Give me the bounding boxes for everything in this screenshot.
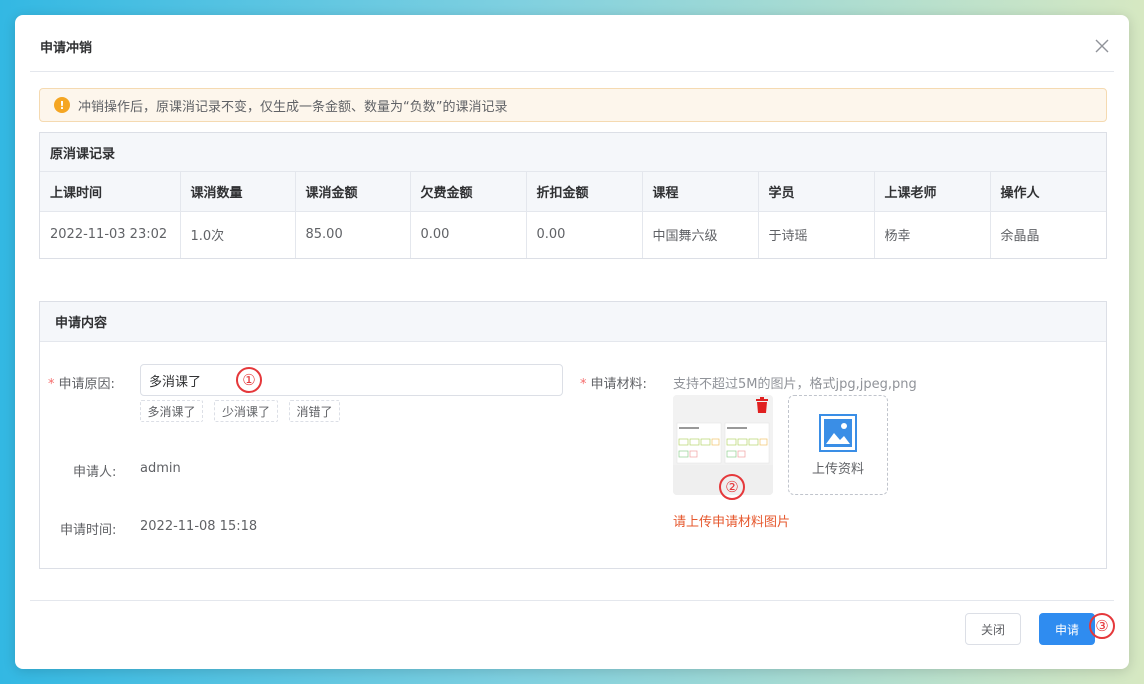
upload-label: 上传资料 — [811, 461, 864, 477]
required-mark: * — [580, 377, 587, 392]
upload-material-button[interactable]: 上传资料 — [788, 395, 888, 495]
record-header-row: 上课时间 课消数量 课消金额 欠费金额 折扣金额 课程 学员 上课老师 操作人 — [40, 172, 1106, 212]
reason-chip[interactable]: 多消课了 — [140, 400, 203, 422]
reason-label-wrap: * 申请原因: — [48, 373, 115, 392]
record-section-title: 原消课记录 — [40, 133, 1106, 172]
material-label-wrap: * 申请材料: — [580, 373, 647, 392]
table-cell: 0.00 — [526, 211, 643, 258]
col-header: 操作人 — [990, 172, 1106, 212]
apply-content-card: 申请内容 * 申请原因: 多消课了 ① 多消课了 少消课了 消错了 申请人: ad… — [39, 301, 1107, 569]
close-icon[interactable] — [1095, 39, 1109, 53]
apply-button[interactable]: 申请 — [1039, 613, 1095, 645]
table-cell: 杨幸 — [874, 211, 991, 258]
original-record-card: 原消课记录 上课时间 课消数量 课消金额 欠费金额 折扣金额 课程 学员 上课老… — [39, 132, 1107, 259]
marker-3: ③ — [1089, 613, 1115, 639]
material-hint: 支持不超过5M的图片，格式jpg,jpeg,png — [673, 377, 917, 392]
warning-icon: ! — [54, 97, 70, 113]
col-header: 折扣金额 — [526, 172, 643, 212]
col-header: 上课时间 — [40, 172, 181, 212]
marker-2: ② — [719, 474, 745, 500]
time-value: 2022-11-08 15:18 — [140, 519, 258, 534]
time-label: 申请时间: — [60, 523, 117, 538]
trash-icon[interactable] — [755, 397, 769, 413]
col-header: 课消金额 — [295, 172, 411, 212]
col-header: 课消数量 — [180, 172, 296, 212]
reason-value: 多消课了 — [149, 374, 202, 390]
header-divider — [30, 71, 1114, 72]
table-cell: 0.00 — [410, 211, 527, 258]
marker-1: ① — [236, 367, 262, 393]
applicant-value: admin — [140, 461, 181, 476]
close-button[interactable]: 关闭 — [965, 613, 1021, 645]
table-cell: 1.0次 — [180, 211, 296, 258]
reason-input[interactable]: 多消课了 — [140, 364, 563, 396]
table-cell: 中国舞六级 — [642, 211, 759, 258]
table-cell: 于诗瑶 — [758, 211, 875, 258]
reason-label: 申请原因: — [58, 377, 115, 392]
apply-reversal-dialog: 申请冲销 ! 冲销操作后，原课消记录不变，仅生成一条金额、数量为“负数”的课消记… — [15, 15, 1129, 669]
col-header: 上课老师 — [874, 172, 991, 212]
dialog-header: 申请冲销 — [15, 15, 1129, 72]
footer-divider — [30, 600, 1114, 601]
col-header: 学员 — [758, 172, 875, 212]
col-header: 欠费金额 — [410, 172, 527, 212]
notice-text: 冲销操作后，原课消记录不变，仅生成一条金额、数量为“负数”的课消记录 — [78, 99, 508, 115]
required-mark: * — [48, 377, 55, 392]
apply-section-title: 申请内容 — [40, 302, 1106, 342]
notice-banner: ! 冲销操作后，原课消记录不变，仅生成一条金额、数量为“负数”的课消记录 — [39, 88, 1107, 122]
table-cell: 2022-11-03 23:02 — [40, 211, 181, 258]
material-error: 请上传申请材料图片 — [673, 515, 791, 530]
reason-chip[interactable]: 消错了 — [289, 400, 340, 422]
image-icon — [819, 413, 857, 452]
applicant-label: 申请人: — [73, 465, 117, 480]
record-table: 上课时间 课消数量 课消金额 欠费金额 折扣金额 课程 学员 上课老师 操作人 … — [40, 172, 1106, 258]
table-cell: 余晶晶 — [1000, 229, 1040, 245]
table-row: 2022-11-03 23:02 1.0次 85.00 0.00 0.00 中国… — [40, 211, 1106, 258]
material-label: 申请材料: — [590, 377, 647, 392]
table-cell: 85.00 — [295, 211, 411, 258]
dialog-title: 申请冲销 — [40, 41, 93, 56]
reason-chip[interactable]: 少消课了 — [214, 400, 278, 422]
col-header: 课程 — [642, 172, 759, 212]
